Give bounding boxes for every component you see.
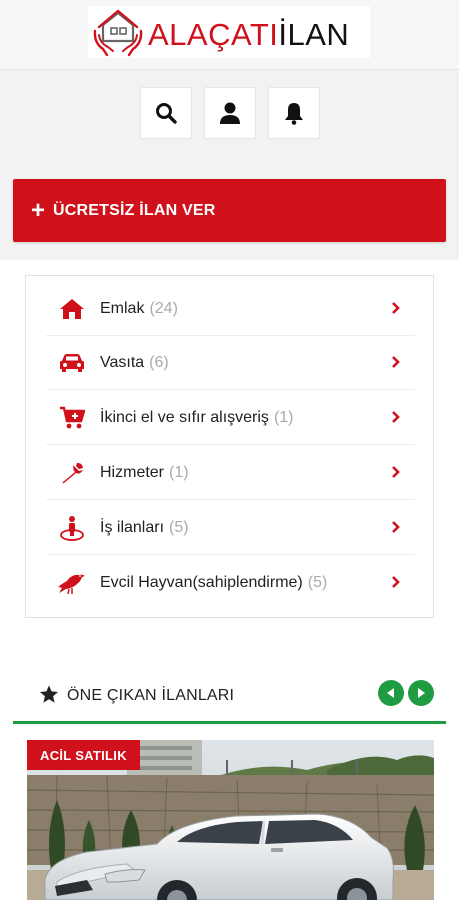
star-icon: [40, 685, 58, 703]
chevron-right-icon: [392, 521, 400, 533]
featured-listing-card[interactable]: ACİL SATILIK: [27, 740, 434, 900]
car-icon: [46, 353, 100, 373]
category-vasita[interactable]: Vasıta (6): [46, 336, 415, 390]
toolbar: [0, 70, 459, 160]
category-count: (1): [273, 408, 294, 426]
category-hizmeter[interactable]: Hizmeter (1): [46, 446, 415, 500]
urgent-badge: ACİL SATILIK: [27, 740, 140, 770]
category-list: Emlak (24) Vasıta (6) İkinci el ve sıfır…: [25, 275, 434, 618]
free-listing-label: ÜCRETSİZ İLAN VER: [53, 201, 216, 219]
category-name: Hizmeter: [100, 463, 165, 481]
home-icon: [46, 298, 100, 320]
category-count: (5): [307, 574, 328, 591]
category-count: (1): [169, 463, 189, 481]
wrench-icon: [46, 461, 100, 485]
category-name: Evcil Hayvan(sahiplendirme): [100, 574, 303, 591]
chevron-right-icon: [392, 356, 400, 368]
bell-icon: [285, 103, 303, 125]
featured-title: ÖNE ÇIKAN İLANLARI: [67, 687, 235, 704]
chevron-left-icon: [387, 688, 394, 698]
user-icon: [220, 102, 240, 124]
category-count: (24): [149, 299, 178, 317]
category-is-ilanlari[interactable]: İş ilanları (5): [46, 501, 415, 555]
plus-icon: +: [31, 196, 46, 224]
cart-icon: [46, 406, 100, 430]
search-icon: [156, 103, 177, 124]
chevron-right-icon: [392, 411, 400, 423]
category-count: (6): [149, 353, 169, 371]
bird-icon: [46, 571, 100, 595]
category-emlak[interactable]: Emlak (24): [46, 282, 415, 336]
category-name: Vasıta: [100, 353, 145, 371]
category-count: (5): [169, 518, 189, 536]
person-pin-icon: [46, 515, 100, 541]
category-name: İkinci el ve sıfır alışveriş: [100, 408, 269, 426]
logo-part-1: ALAÇATI: [148, 16, 279, 52]
notifications-button[interactable]: [268, 87, 320, 139]
chevron-right-icon: [392, 466, 400, 478]
featured-header: ÖNE ÇIKAN İLANLARI: [13, 668, 446, 724]
header: ALAÇATIİLAN: [0, 0, 459, 70]
category-ikinci-el[interactable]: İkinci el ve sıfır alışveriş (1): [46, 391, 415, 445]
category-name: İş ilanları: [100, 518, 165, 536]
chevron-right-icon: [392, 302, 400, 314]
logo-text: ALAÇATIİLAN: [148, 15, 349, 50]
category-evcil-hayvan[interactable]: Evcil Hayvan(sahiplendirme) (5): [46, 556, 415, 610]
logo[interactable]: ALAÇATIİLAN: [88, 6, 370, 58]
free-listing-button[interactable]: + ÜCRETSİZ İLAN VER: [13, 179, 446, 242]
house-hands-icon: [88, 6, 148, 58]
logo-part-2: İLAN: [278, 16, 350, 52]
search-button[interactable]: [140, 87, 192, 139]
cta-section: + ÜCRETSİZ İLAN VER: [0, 160, 459, 260]
next-button[interactable]: [408, 680, 434, 706]
chevron-right-icon: [418, 688, 425, 698]
category-name: Emlak: [100, 299, 145, 317]
user-button[interactable]: [204, 87, 256, 139]
chevron-right-icon: [392, 576, 400, 588]
prev-button[interactable]: [378, 680, 404, 706]
